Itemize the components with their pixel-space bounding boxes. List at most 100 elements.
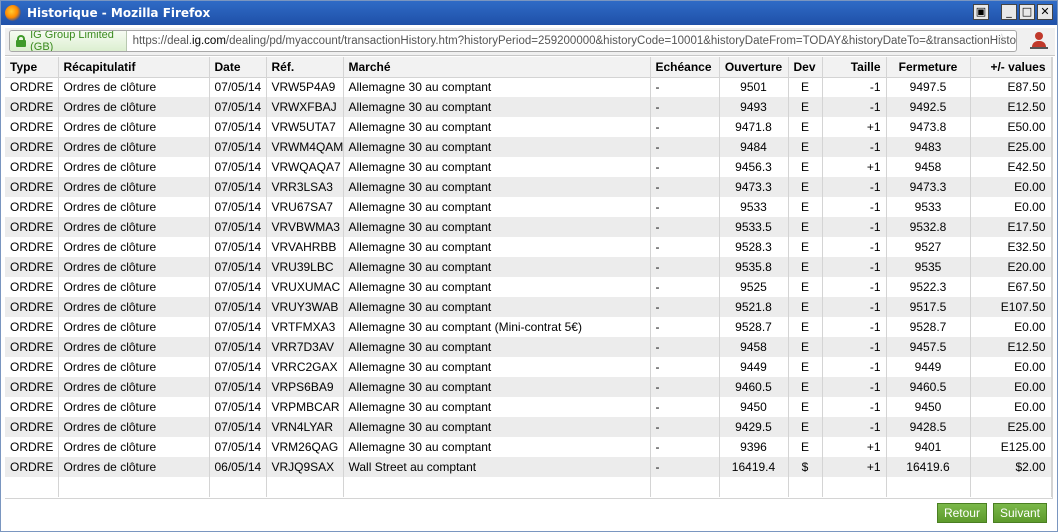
col-header-market[interactable]: Marché <box>343 57 651 78</box>
bookmark-star-icon[interactable]: ☆ <box>995 31 1008 47</box>
cell-market: Allemagne 30 au comptant <box>343 77 651 97</box>
table-row[interactable]: ORDRE Ordres de clôture 07/05/14 VRN4LYAR Al… <box>5 417 1052 437</box>
maximize-button[interactable]: □ <box>1019 4 1035 20</box>
cell-pnl: E125.00 <box>970 437 1052 457</box>
cell-type: ORDRE <box>5 137 59 157</box>
cell-expiry: - <box>650 357 720 377</box>
col-header-expiry[interactable]: Echéance <box>650 57 720 78</box>
col-header-open[interactable]: Ouverture <box>719 57 789 78</box>
cell-expiry: - <box>650 257 720 277</box>
next-button[interactable]: Suivant <box>992 503 1047 523</box>
table-row[interactable]: ORDRE Ordres de clôture 07/05/14 VRWM4QAM Al… <box>5 137 1052 157</box>
col-header-ref[interactable]: Réf. <box>266 57 344 78</box>
cell-market: Allemagne 30 au comptant <box>343 277 651 297</box>
table-row[interactable]: ORDRE Ordres de clôture 07/05/14 VRR7D3AV Al… <box>5 337 1052 357</box>
cell-date: 07/05/14 <box>209 97 267 117</box>
cell-pnl: E50.00 <box>970 117 1052 137</box>
back-button[interactable]: Retour <box>936 503 987 523</box>
cell-close: 9428.5 <box>886 417 971 437</box>
table-row[interactable]: ORDRE Ordres de clôture 07/05/14 VRW5UTA7 Al… <box>5 117 1052 137</box>
cell-open: 9460.5 <box>719 377 789 397</box>
table-row[interactable]: ORDRE Ordres de clôture 07/05/14 VRUY3WAB Al… <box>5 297 1052 317</box>
cell-open: 9484 <box>719 137 789 157</box>
table-row[interactable]: ORDRE Ordres de clôture 07/05/14 VRU67SA7 Al… <box>5 197 1052 217</box>
cell-currency: E <box>788 197 823 217</box>
cell-open: 9456.3 <box>719 157 789 177</box>
cell-type: ORDRE <box>5 457 59 477</box>
table-row[interactable]: ORDRE Ordres de clôture 07/05/14 VRPS6BA9 Al… <box>5 377 1052 397</box>
cell-close: 9532.8 <box>886 217 971 237</box>
site-identity[interactable]: IG Group Limited (GB) <box>10 31 127 51</box>
cell-close: 9517.5 <box>886 297 971 317</box>
cell-expiry: - <box>650 297 720 317</box>
cell-open: 9528.3 <box>719 237 789 257</box>
cell-close: 16419.6 <box>886 457 971 477</box>
cell-expiry: - <box>650 277 720 297</box>
table-row[interactable]: ORDRE Ordres de clôture 07/05/14 VRM26QAG Al… <box>5 437 1052 457</box>
cell-summary: Ordres de clôture <box>58 277 210 297</box>
table-row[interactable]: ORDRE Ordres de clôture 07/05/14 VRRC2GAX Al… <box>5 357 1052 377</box>
table-row[interactable]: ORDRE Ordres de clôture 07/05/14 VRVBWMA3 Al… <box>5 217 1052 237</box>
cell-date: 07/05/14 <box>209 257 267 277</box>
cell-date: 07/05/14 <box>209 417 267 437</box>
cell-size: -1 <box>822 217 887 237</box>
restore-tab-icon[interactable]: ▣ <box>973 4 989 20</box>
cell-market: Allemagne 30 au comptant <box>343 157 651 177</box>
cell-currency: E <box>788 337 823 357</box>
table-row[interactable]: ORDRE Ordres de clôture 07/05/14 VRU39LBC Al… <box>5 257 1052 277</box>
cell-currency: E <box>788 157 823 177</box>
cell-pnl: E12.50 <box>970 337 1052 357</box>
cell-ref: VRW5UTA7 <box>266 117 344 137</box>
cell-close: 9497.5 <box>886 77 971 97</box>
col-header-type[interactable]: Type <box>5 57 59 78</box>
cell-type: ORDRE <box>5 177 59 197</box>
cell-market: Allemagne 30 au comptant <box>343 357 651 377</box>
cell-expiry: - <box>650 97 720 117</box>
col-header-pnl[interactable]: +/- values <box>970 57 1052 78</box>
table-row[interactable]: ORDRE Ordres de clôture 07/05/14 VRPMBCAR Al… <box>5 397 1052 417</box>
url-text[interactable]: https://deal.ig.com/dealing/pd/myaccount… <box>133 35 1016 47</box>
account-icon[interactable] <box>1029 31 1049 51</box>
cell-currency: E <box>788 257 823 277</box>
col-header-close[interactable]: Fermeture <box>886 57 971 78</box>
title-bar: Historique - Mozilla Firefox ▣ _ □ ✕ <box>1 1 1057 25</box>
col-header-date[interactable]: Date <box>209 57 267 78</box>
table-row[interactable]: ORDRE Ordres de clôture 07/05/14 VRVAHRBB Al… <box>5 237 1052 257</box>
table-row[interactable]: ORDRE Ordres de clôture 07/05/14 VRTFMXA3 Al… <box>5 317 1052 337</box>
table-row[interactable]: ORDRE Ordres de clôture 07/05/14 VRWXFBAJ Al… <box>5 97 1052 117</box>
minimize-button[interactable]: _ <box>1001 4 1017 20</box>
cell-type: ORDRE <box>5 237 59 257</box>
cell-open: 9449 <box>719 357 789 377</box>
cell-summary: Ordres de clôture <box>58 157 210 177</box>
address-field[interactable]: IG Group Limited (GB) https://deal.ig.co… <box>9 30 1017 52</box>
cell-summary: Ordres de clôture <box>58 77 210 97</box>
cell-ref: VRWQAQA7 <box>266 157 344 177</box>
cell-pnl: E12.50 <box>970 97 1052 117</box>
cell-type: ORDRE <box>5 357 59 377</box>
table-header-row: Type Récapitulatif Date Réf. Marché Eché… <box>5 57 1052 78</box>
table-row[interactable]: ORDRE Ordres de clôture 06/05/14 VRJQ9SAX Wa… <box>5 457 1052 477</box>
col-header-size[interactable]: Taille <box>822 57 887 78</box>
cell-pnl: E0.00 <box>970 197 1052 217</box>
cell-type: ORDRE <box>5 197 59 217</box>
cell-pnl: E67.50 <box>970 277 1052 297</box>
cell-date: 07/05/14 <box>209 77 267 97</box>
table-row[interactable]: ORDRE Ordres de clôture 07/05/14 VRR3LSA3 Al… <box>5 177 1052 197</box>
cell-date: 07/05/14 <box>209 217 267 237</box>
col-header-summary[interactable]: Récapitulatif <box>58 57 210 78</box>
col-header-currency[interactable]: Dev <box>788 57 823 78</box>
cell-pnl: $2.00 <box>970 457 1052 477</box>
cell-date: 07/05/14 <box>209 377 267 397</box>
table-row[interactable]: ORDRE Ordres de clôture 07/05/14 VRUXUMAC Al… <box>5 277 1052 297</box>
cell-open: 9471.8 <box>719 117 789 137</box>
cell-summary: Ordres de clôture <box>58 437 210 457</box>
cell-currency: E <box>788 377 823 397</box>
window-title: Historique - Mozilla Firefox <box>27 6 211 20</box>
close-button[interactable]: ✕ <box>1037 4 1053 20</box>
cell-expiry: - <box>650 397 720 417</box>
cell-expiry: - <box>650 457 720 477</box>
cell-summary: Ordres de clôture <box>58 117 210 137</box>
table-row[interactable]: ORDRE Ordres de clôture 07/05/14 VRWQAQA7 Al… <box>5 157 1052 177</box>
cell-size: -1 <box>822 197 887 217</box>
table-row[interactable]: ORDRE Ordres de clôture 07/05/14 VRW5P4A9 Al… <box>5 77 1052 97</box>
